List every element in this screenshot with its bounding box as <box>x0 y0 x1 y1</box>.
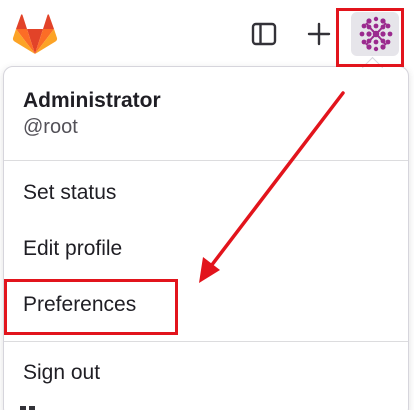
identicon-avatar-icon <box>359 16 393 52</box>
user-header[interactable]: Administrator @root <box>4 67 408 160</box>
user-menu-button[interactable] <box>351 12 399 56</box>
screen: Administrator @root Set status Edit prof… <box>0 0 414 410</box>
applications-icon <box>20 406 35 410</box>
user-display-name: Administrator <box>23 89 161 112</box>
set-status-item[interactable]: Set status <box>23 181 116 205</box>
plus-icon[interactable] <box>303 18 335 50</box>
top-bar <box>0 0 414 66</box>
preferences-item[interactable]: Preferences <box>23 293 136 317</box>
gitlab-logo-icon[interactable] <box>12 12 58 56</box>
user-username: @root <box>23 116 78 138</box>
divider <box>4 160 408 161</box>
sign-out-item[interactable]: Sign out <box>23 361 100 385</box>
edit-profile-item[interactable]: Edit profile <box>23 237 122 261</box>
user-dropdown-menu: Administrator @root Set status Edit prof… <box>3 66 409 410</box>
sidebar-toggle-icon[interactable] <box>248 18 280 50</box>
divider <box>4 341 408 342</box>
